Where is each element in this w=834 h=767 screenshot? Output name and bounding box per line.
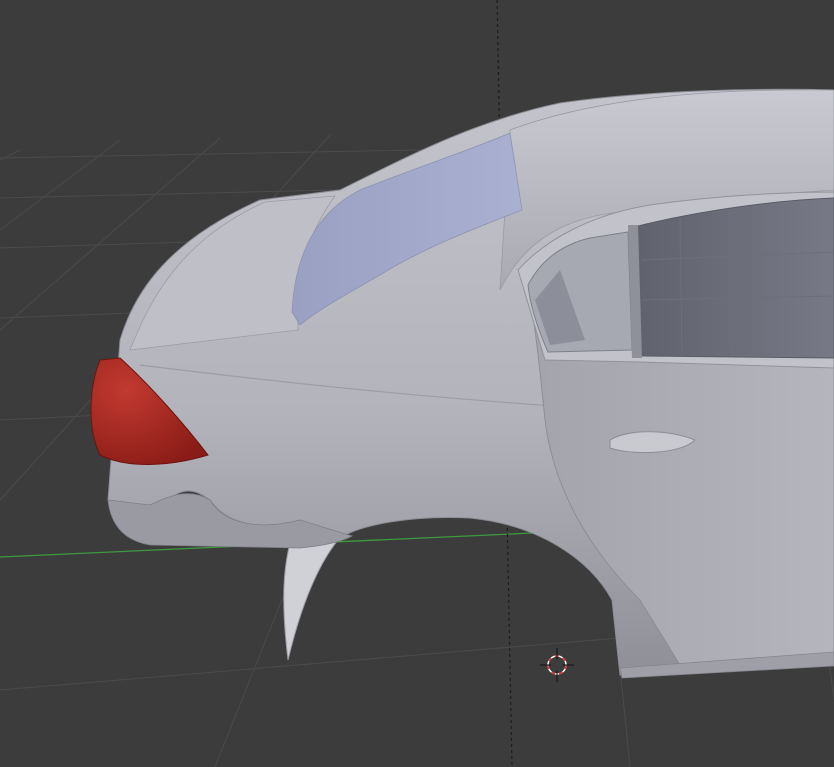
3d-viewport[interactable] — [0, 0, 834, 767]
viewport-scene[interactable] — [0, 0, 834, 767]
